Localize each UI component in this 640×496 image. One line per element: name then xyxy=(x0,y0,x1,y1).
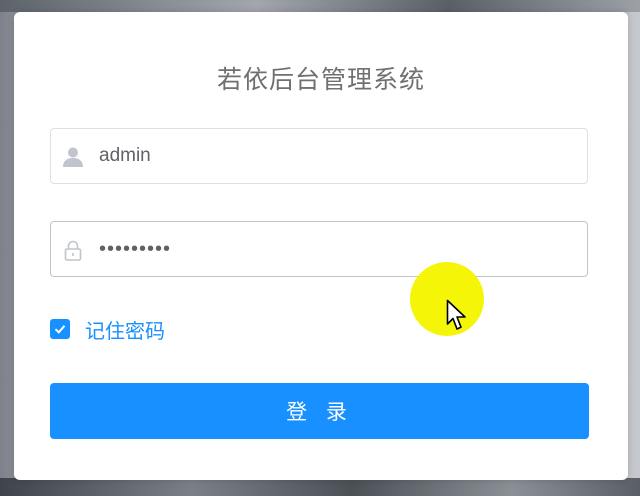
background-top xyxy=(0,0,640,12)
user-icon xyxy=(61,145,85,169)
page-title: 若依后台管理系统 xyxy=(216,65,425,94)
login-card: 若依后台管理系统 记住密码 登 录 xyxy=(14,12,628,480)
username-field[interactable] xyxy=(50,128,588,184)
username-input[interactable] xyxy=(99,129,579,183)
remember-password-checkbox[interactable]: 记住密码 xyxy=(50,315,165,344)
background-bottom xyxy=(0,478,640,496)
login-button[interactable]: 登 录 xyxy=(50,383,589,439)
remember-password-label[interactable]: 记住密码 xyxy=(85,315,165,344)
lock-icon xyxy=(61,238,85,262)
checkbox-checked-icon[interactable] xyxy=(50,319,70,339)
password-field[interactable] xyxy=(50,221,588,277)
mouse-pointer-icon xyxy=(446,299,468,337)
password-input[interactable] xyxy=(99,222,579,276)
